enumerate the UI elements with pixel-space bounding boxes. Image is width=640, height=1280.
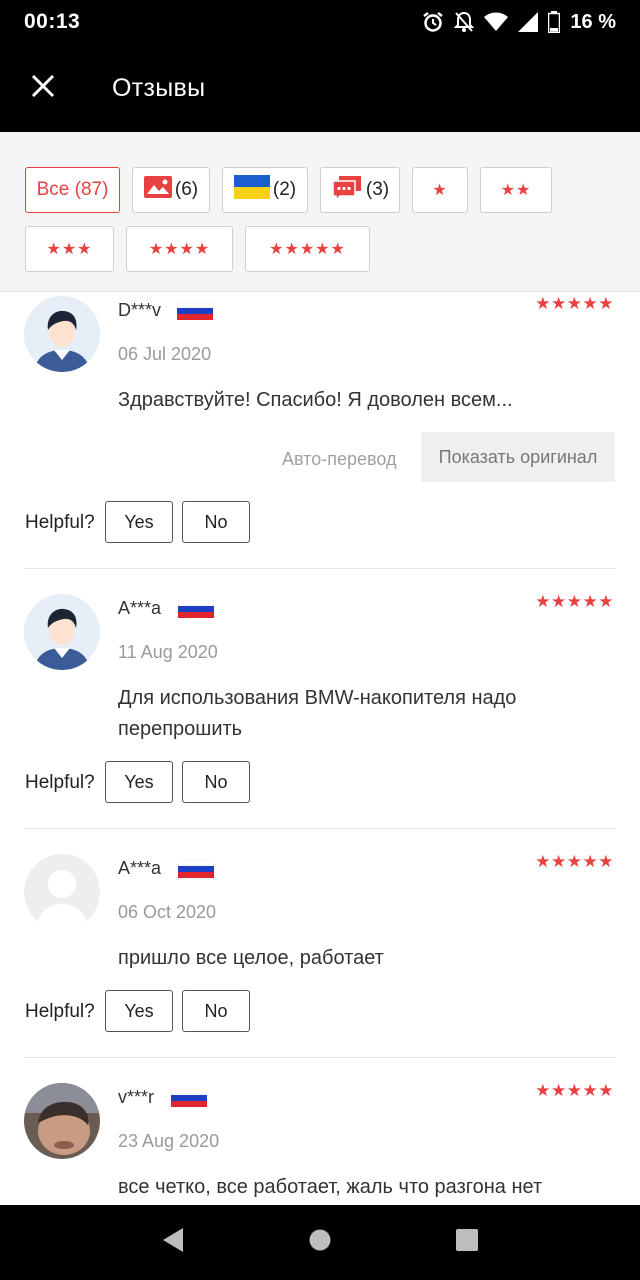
review-date: 11 Aug 2020: [118, 642, 218, 662]
ukraine-flag-icon: [233, 175, 270, 205]
recents-button[interactable]: [437, 1213, 497, 1273]
filter-5-stars[interactable]: ★★★★★: [245, 226, 370, 272]
back-button[interactable]: [143, 1213, 203, 1273]
system-nav-bar: [0, 1205, 640, 1280]
review-rating: ★★★★★: [535, 852, 614, 871]
alarm-icon: [422, 11, 444, 33]
review-divider: [24, 568, 616, 569]
review-divider: [24, 1057, 616, 1058]
battery-percent: 16 %: [570, 10, 616, 33]
avatar-male-icon: [24, 296, 100, 372]
filter-all-label: Все (87): [36, 179, 109, 200]
auto-translate-label: Авто-перевод: [282, 449, 397, 469]
app-bar: Отзывы: [0, 44, 640, 132]
helpful-label: Helpful?: [25, 1001, 95, 1022]
status-icons: 16 %: [422, 11, 616, 34]
avatar-placeholder-icon: [24, 854, 100, 930]
star-icon: ★★★: [46, 241, 93, 258]
filter-3-stars[interactable]: ★★★: [25, 226, 114, 272]
recents-square-icon: [455, 1229, 478, 1256]
russia-flag-icon: [177, 599, 215, 618]
review-filters: Все (87) (6) (2) (3) ★ ★★ ★★★ ★★★★ ★★★★★: [0, 132, 640, 292]
filter-comments-count: (3): [365, 179, 390, 200]
review-text: Для использования BMW-накопителя надо пе…: [118, 687, 517, 740]
review-item: A***a ★★★★★ 06 Oct 2020 пришло все целое…: [0, 850, 640, 1057]
review-text: все четко, все работает, жаль что разгон…: [118, 1176, 543, 1198]
review-item: v***r ★★★★★ 23 Aug 2020 все четко, все р…: [0, 1079, 640, 1205]
filter-photos-count: (6): [174, 179, 199, 200]
helpful-no-button[interactable]: No: [182, 990, 250, 1032]
filter-4-stars[interactable]: ★★★★: [126, 226, 233, 272]
close-icon: [31, 74, 55, 103]
notifications-off-icon: [454, 11, 475, 33]
review-divider: [24, 828, 616, 829]
helpful-label: Helpful?: [25, 512, 95, 533]
back-triangle-icon: [161, 1227, 185, 1258]
image-icon: [143, 176, 172, 204]
home-circle-icon: [309, 1229, 331, 1256]
filter-country[interactable]: (2): [222, 167, 308, 213]
helpful-yes-button[interactable]: Yes: [105, 990, 173, 1032]
status-time: 00:13: [24, 10, 81, 33]
show-original-button[interactable]: Показать оригинал: [421, 432, 615, 482]
star-icon: ★: [432, 182, 448, 199]
home-button[interactable]: [290, 1213, 350, 1273]
filter-all[interactable]: Все (87): [25, 167, 120, 213]
review-date: 23 Aug 2020: [118, 1131, 220, 1151]
review-rating: ★★★★★: [535, 1081, 614, 1100]
user-name: A***a: [118, 858, 162, 878]
avatar-photo: [24, 1083, 100, 1159]
page-title: Отзывы: [112, 73, 206, 102]
helpful-yes-button[interactable]: Yes: [105, 501, 173, 543]
filter-country-count: (2): [272, 179, 297, 200]
russia-flag-icon: [170, 1088, 208, 1107]
avatar-male-icon: [24, 594, 100, 670]
review-rating: ★★★★★: [535, 294, 614, 313]
battery-icon: [548, 11, 561, 33]
review-rating: ★★★★★: [535, 592, 614, 611]
close-button[interactable]: [0, 44, 86, 132]
wifi-icon: [484, 12, 509, 32]
helpful-no-button[interactable]: No: [182, 501, 250, 543]
star-icon: ★★★★: [148, 241, 211, 258]
review-item: A***a ★★★★★ 11 Aug 2020 Для использовани…: [0, 590, 640, 828]
russia-flag-icon: [177, 859, 215, 878]
user-name: v***r: [118, 1087, 155, 1107]
user-name: A***a: [118, 598, 162, 618]
review-date: 06 Oct 2020: [118, 902, 217, 922]
helpful-label: Helpful?: [25, 772, 95, 793]
comments-icon: [331, 174, 363, 206]
star-icon: ★★★★★: [269, 241, 346, 258]
helpful-yes-button[interactable]: Yes: [105, 761, 173, 803]
review-item: D***v ★★★★★ 06 Jul 2020 Здравствуйте! Сп…: [0, 292, 640, 568]
filter-2-stars[interactable]: ★★: [480, 167, 552, 213]
helpful-no-button[interactable]: No: [182, 761, 250, 803]
filter-photos[interactable]: (6): [132, 167, 210, 213]
russia-flag-icon: [176, 301, 214, 320]
review-text: пришло все целое, работает: [118, 947, 384, 969]
status-bar: 00:13 16 %: [0, 0, 640, 44]
star-icon: ★★: [500, 182, 532, 199]
filter-1-star[interactable]: ★: [412, 167, 468, 213]
signal-icon: [518, 12, 539, 32]
user-name: D***v: [118, 300, 162, 320]
review-text: Здравствуйте! Спасибо! Я доволен всем...: [118, 389, 513, 411]
review-date: 06 Jul 2020: [118, 344, 212, 364]
filter-comments[interactable]: (3): [320, 167, 400, 213]
